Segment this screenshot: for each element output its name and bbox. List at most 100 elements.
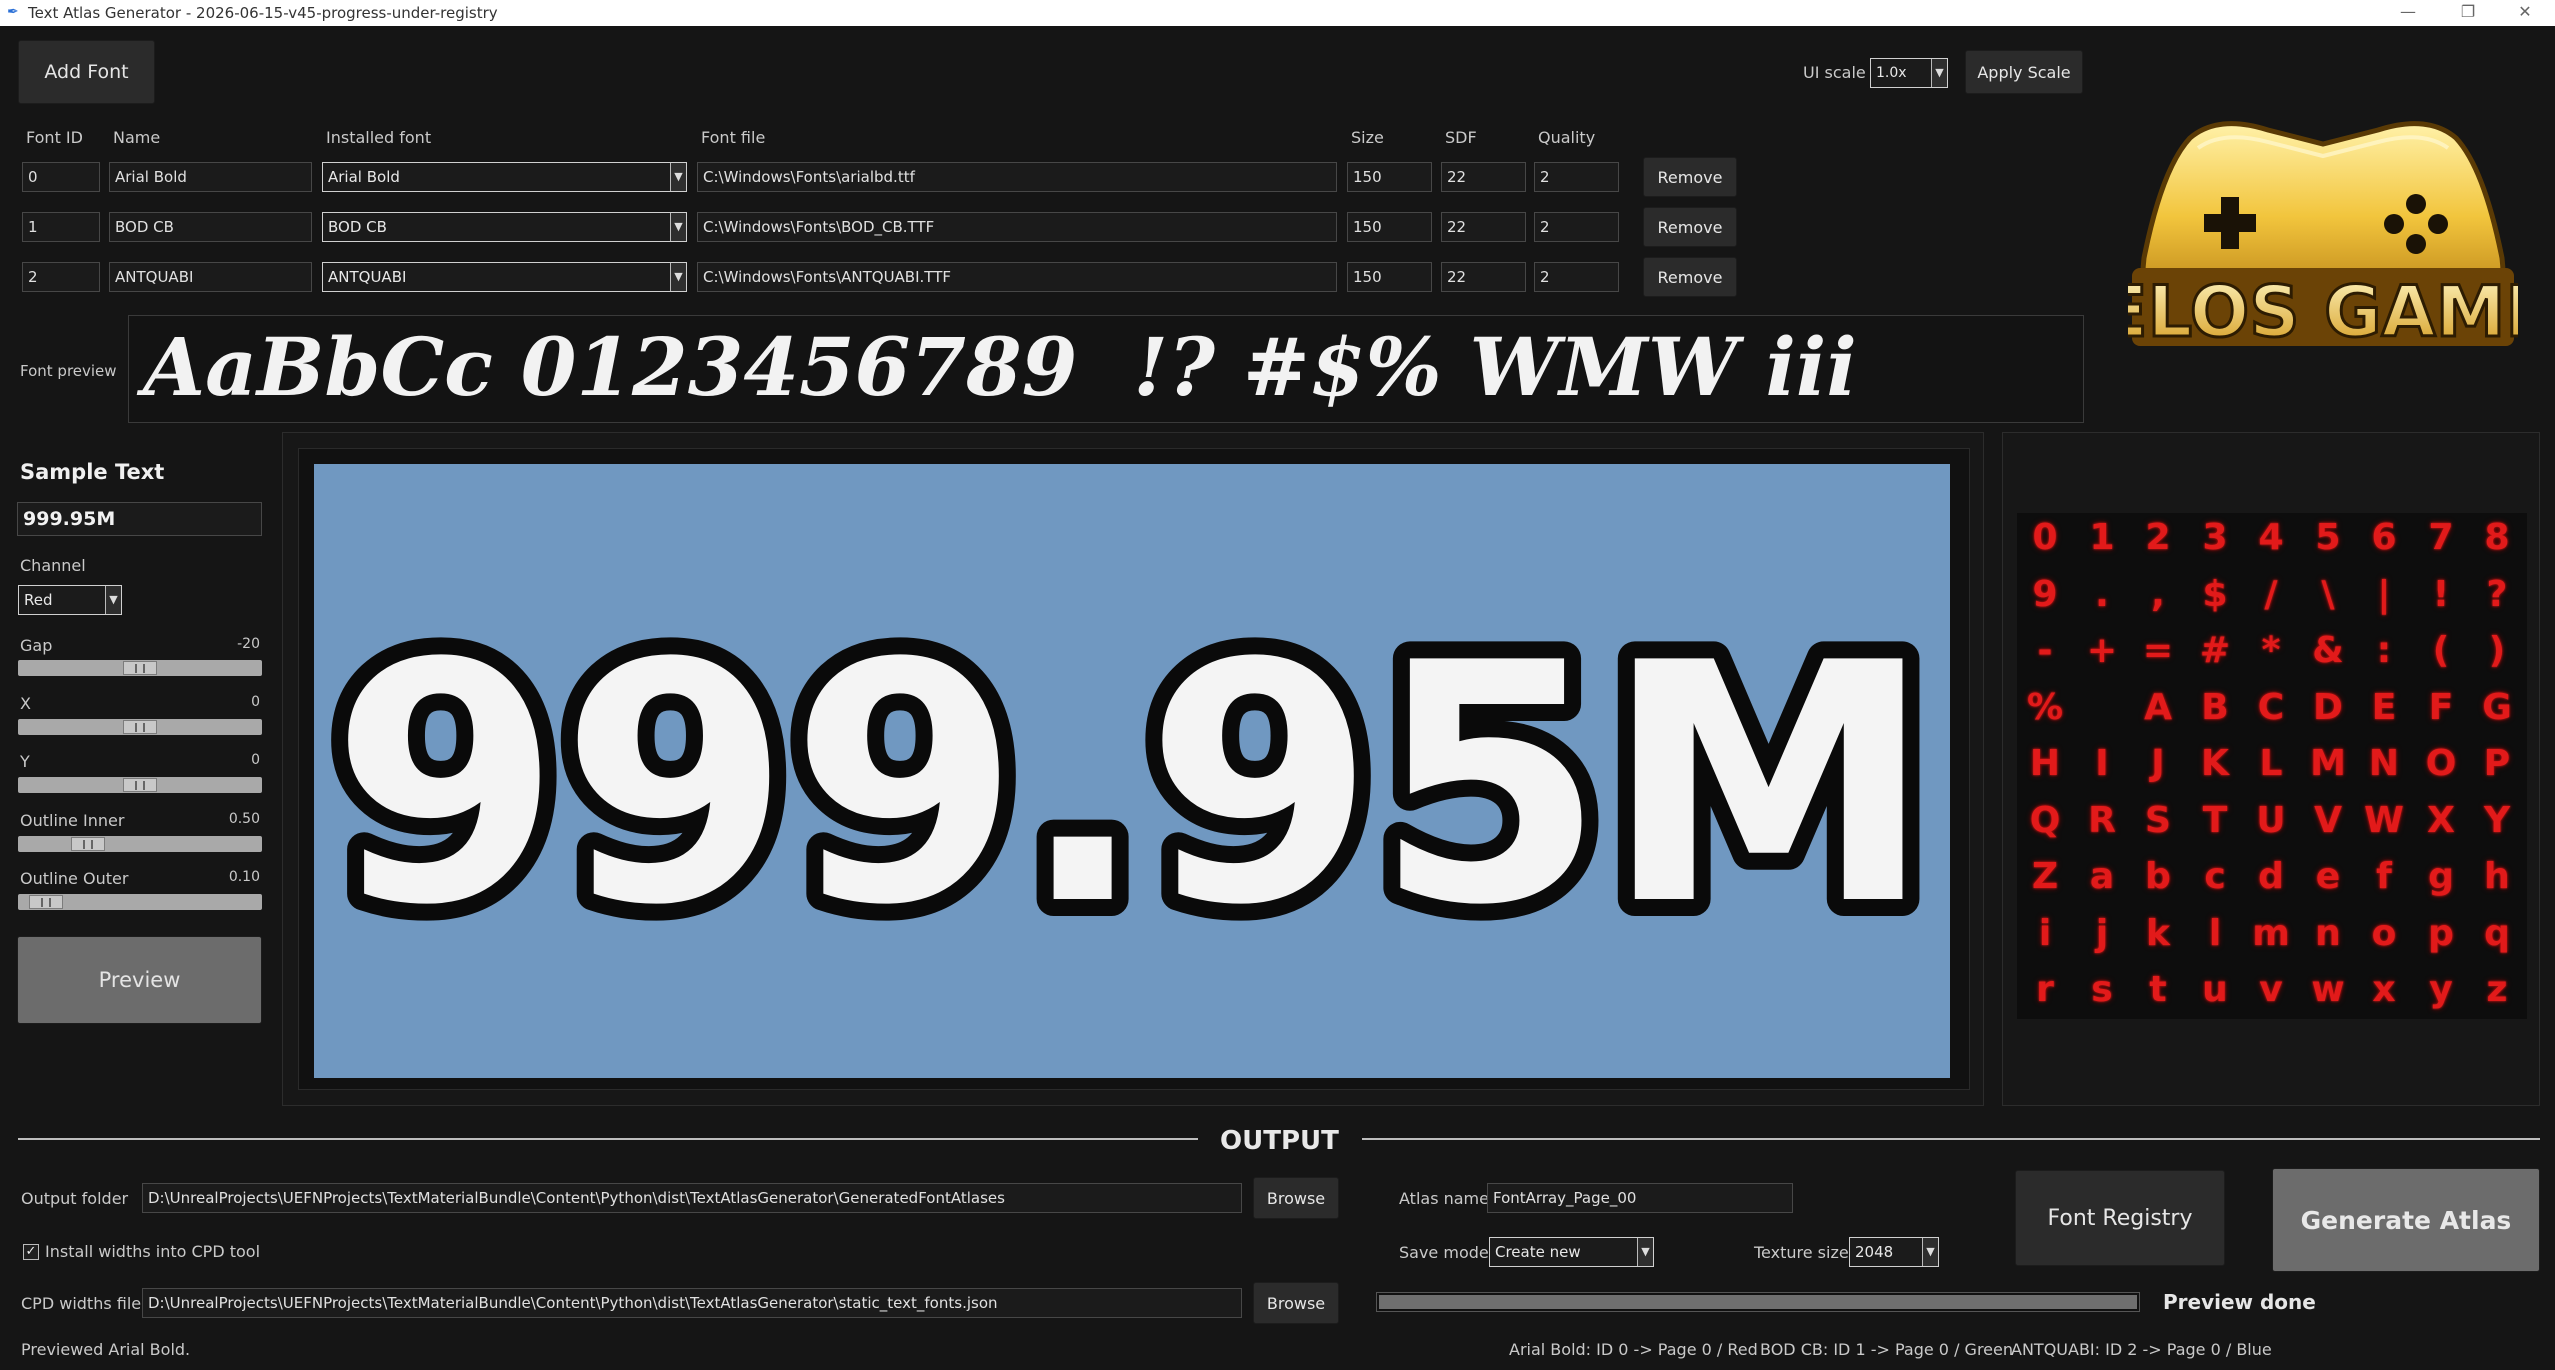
texture-size-select[interactable]: 2048 ▼ <box>1849 1237 1939 1267</box>
gelos-games-logo: GELOS GAMES <box>2041 108 2555 358</box>
atlas-panel: 0 1 2 3 4 5 6 7 8 9., $ / \ |!? - + = # * &: ()% A B C D E F G H I J K L… <box>2002 432 2540 1106</box>
atlas-glyph: n <box>2315 913 2341 954</box>
atlas-glyph: I <box>2095 743 2109 784</box>
slider-handle[interactable] <box>123 661 157 675</box>
font-id-field[interactable]: 0 <box>22 162 100 192</box>
title-bar: ✒ Text Atlas Generator - 2026-06-15-v45-… <box>0 0 2555 26</box>
slider-handle[interactable] <box>71 837 105 851</box>
atlas-glyph: * <box>2261 630 2281 671</box>
atlas-glyph: : <box>2376 630 2392 671</box>
gap-label: Gap <box>20 636 53 655</box>
header-font-id: Font ID <box>26 128 83 147</box>
gap-slider[interactable] <box>18 660 262 676</box>
outline-outer-slider[interactable] <box>18 894 262 910</box>
add-font-button[interactable]: Add Font <box>18 40 155 104</box>
font-name-field[interactable]: Arial Bold <box>109 162 312 192</box>
font-file-field[interactable]: C:\Windows\Fonts\arialbd.ttf <box>697 162 1337 192</box>
output-folder-field[interactable]: D:\UnrealProjects\UEFNProjects\TextMater… <box>142 1183 1242 1213</box>
atlas-glyph: q <box>2484 913 2510 954</box>
slider-handle[interactable] <box>123 720 157 734</box>
install-widths-checkbox[interactable]: ✓ <box>23 1244 39 1260</box>
ui-scale-select[interactable]: 1.0x ▼ <box>1870 58 1948 88</box>
save-mode-value: Create new <box>1495 1243 1581 1261</box>
cpd-browse-button[interactable]: Browse <box>1253 1282 1339 1324</box>
x-slider[interactable] <box>18 719 262 735</box>
atlas-glyph: r <box>2036 969 2054 1010</box>
cpd-widths-field[interactable]: D:\UnrealProjects\UEFNProjects\TextMater… <box>142 1288 1242 1318</box>
remove-button[interactable]: Remove <box>1643 157 1737 197</box>
atlas-glyph: z <box>2486 969 2508 1010</box>
save-mode-label: Save mode <box>1399 1243 1489 1262</box>
atlas-glyph: u <box>2202 969 2228 1010</box>
preview-button[interactable]: Preview <box>17 936 262 1024</box>
sdf-field[interactable]: 22 <box>1441 212 1526 242</box>
installed-font-select[interactable]: BOD CB ▼ <box>322 212 687 242</box>
atlas-glyph: g <box>2428 856 2454 897</box>
remove-button[interactable]: Remove <box>1643 207 1737 247</box>
font-id-field[interactable]: 1 <box>22 212 100 242</box>
sdf-field[interactable]: 22 <box>1441 162 1526 192</box>
atlas-glyph: y <box>2429 969 2453 1010</box>
font-id-field[interactable]: 2 <box>22 262 100 292</box>
atlas-glyph: + <box>2086 630 2118 671</box>
atlas-glyph: , <box>2151 574 2165 615</box>
installed-font-select[interactable]: Arial Bold ▼ <box>322 162 687 192</box>
atlas-glyph: T <box>2202 800 2228 841</box>
atlas-name-field[interactable]: FontArray_Page_00 <box>1487 1183 1793 1213</box>
outline-inner-slider[interactable] <box>18 836 262 852</box>
atlas-glyph: l <box>2208 913 2222 954</box>
channel-select[interactable]: Red ▼ <box>18 585 122 615</box>
atlas-glyph: $ <box>2202 574 2228 615</box>
size-field[interactable]: 150 <box>1347 162 1432 192</box>
render-preview-canvas: 999.95M <box>314 464 1950 1078</box>
output-browse-button[interactable]: Browse <box>1253 1177 1339 1219</box>
font-file-field[interactable]: C:\Windows\Fonts\ANTQUABI.TTF <box>697 262 1337 292</box>
atlas-glyph: ! <box>2432 574 2450 615</box>
font-name-field[interactable]: ANTQUABI <box>109 262 312 292</box>
quality-field[interactable]: 2 <box>1534 162 1619 192</box>
header-font-file: Font file <box>701 128 766 147</box>
status-message: Previewed Arial Bold. <box>21 1340 191 1359</box>
atlas-glyph: D <box>2313 687 2343 728</box>
close-button[interactable]: ✕ <box>2497 0 2553 26</box>
sdf-field[interactable]: 22 <box>1441 262 1526 292</box>
y-slider[interactable] <box>18 777 262 793</box>
font-file-field[interactable]: C:\Windows\Fonts\BOD_CB.TTF <box>697 212 1337 242</box>
atlas-glyph: p <box>2428 913 2454 954</box>
atlas-glyph: 2 <box>2145 517 2171 558</box>
sample-text-input[interactable]: 999.95M <box>17 502 262 536</box>
slider-handle[interactable] <box>123 778 157 792</box>
atlas-glyph: b <box>2145 856 2171 897</box>
app-feather-icon: ✒ <box>7 4 19 20</box>
atlas-glyph: . <box>2095 574 2109 615</box>
apply-scale-button[interactable]: Apply Scale <box>1965 50 2083 94</box>
atlas-glyph: 7 <box>2428 517 2454 558</box>
remove-button[interactable]: Remove <box>1643 257 1737 297</box>
maximize-button[interactable]: ❐ <box>2440 0 2496 26</box>
minimize-button[interactable]: — <box>2380 0 2436 26</box>
atlas-glyph: U <box>2256 800 2286 841</box>
size-field[interactable]: 150 <box>1347 262 1432 292</box>
atlas-glyph: O <box>2425 743 2457 784</box>
save-mode-select[interactable]: Create new ▼ <box>1489 1237 1654 1267</box>
generate-atlas-button[interactable]: Generate Atlas <box>2272 1168 2540 1272</box>
atlas-glyph: f <box>2376 856 2392 897</box>
atlas-glyph: 1 <box>2089 517 2115 558</box>
chevron-down-icon: ▼ <box>1931 59 1947 87</box>
atlas-glyph: W <box>2364 800 2404 841</box>
window-title: Text Atlas Generator - 2026-06-15-v45-pr… <box>28 4 498 22</box>
atlas-glyph: V <box>2314 800 2342 841</box>
atlas-glyph: S <box>2145 800 2171 841</box>
quality-field[interactable]: 2 <box>1534 262 1619 292</box>
size-field[interactable]: 150 <box>1347 212 1432 242</box>
y-value: 0 <box>251 752 260 768</box>
installed-font-select[interactable]: ANTQUABI ▼ <box>322 262 687 292</box>
installed-font-value: ANTQUABI <box>328 268 407 286</box>
font-registry-button[interactable]: Font Registry <box>2015 1170 2225 1266</box>
atlas-name-label: Atlas name <box>1399 1189 1489 1208</box>
atlas-glyph: = <box>2142 630 2174 671</box>
chevron-down-icon: ▼ <box>1637 1238 1653 1266</box>
quality-field[interactable]: 2 <box>1534 212 1619 242</box>
slider-handle[interactable] <box>29 895 63 909</box>
font-name-field[interactable]: BOD CB <box>109 212 312 242</box>
